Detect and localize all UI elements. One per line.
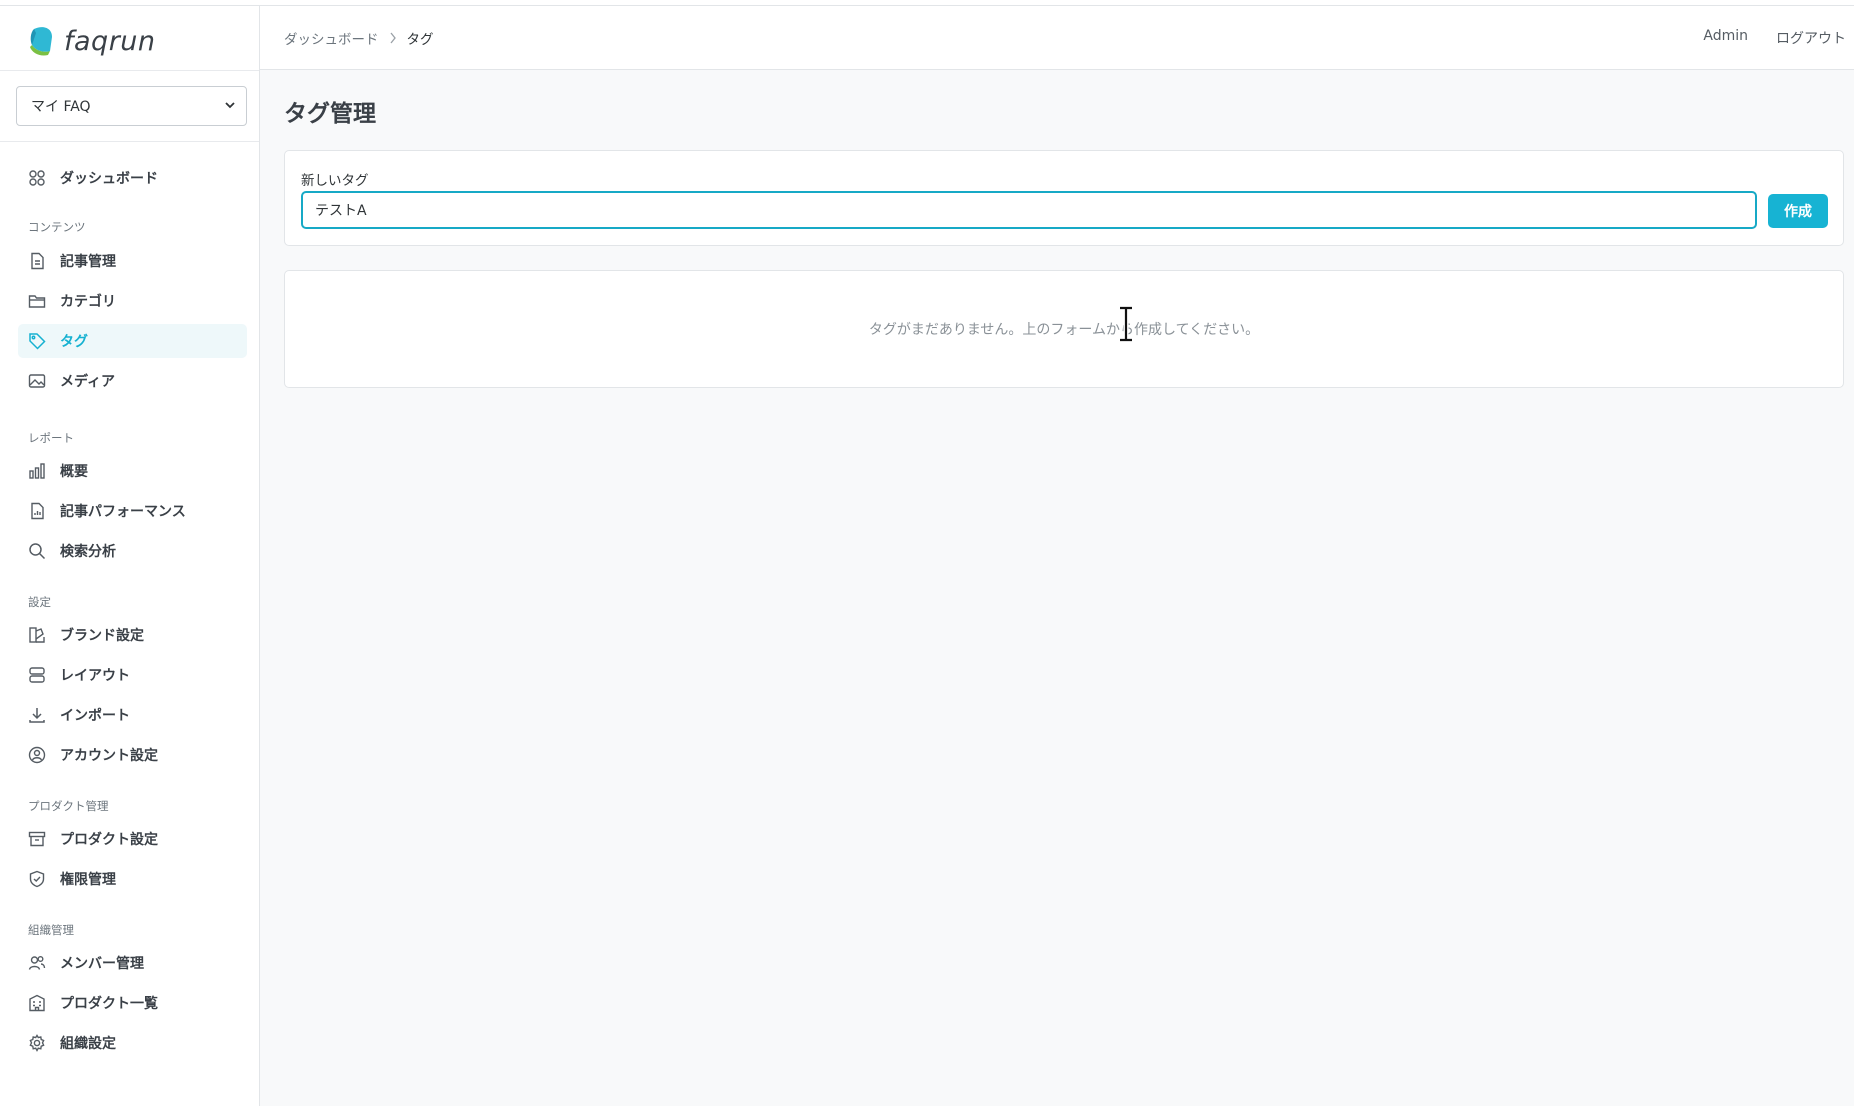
sidebar-item-tags[interactable]: タグ bbox=[18, 324, 247, 358]
new-tag-input[interactable] bbox=[301, 191, 1757, 229]
sidebar-item-dashboard[interactable]: ダッシュボード bbox=[18, 161, 247, 195]
sidebar-item-label: 記事管理 bbox=[60, 254, 116, 270]
section-label-product-mgmt: プロダクト管理 bbox=[28, 799, 109, 813]
text-cursor-icon bbox=[1120, 306, 1132, 342]
logo-text: faqrun bbox=[64, 25, 156, 57]
sidebar-item-layout[interactable]: レイアウト bbox=[18, 658, 247, 692]
sidebar-item-articles[interactable]: 記事管理 bbox=[18, 244, 247, 278]
sidebar-item-label: インポート bbox=[60, 708, 130, 724]
sidebar-item-label: 検索分析 bbox=[60, 544, 116, 560]
sidebar: faqrun マイ FAQ ダッシュボード コンテンツ 記事管理 カテゴリ タグ… bbox=[0, 6, 260, 1106]
shield-check-icon bbox=[29, 870, 45, 888]
chevron-right-icon bbox=[389, 32, 396, 44]
sidebar-item-members[interactable]: メンバー管理 bbox=[18, 946, 247, 980]
sidebar-item-product-settings[interactable]: プロダクト設定 bbox=[18, 822, 247, 856]
faqrun-logo-icon bbox=[28, 25, 56, 57]
sidebar-item-label: アカウント設定 bbox=[60, 748, 158, 764]
create-tag-button[interactable]: 作成 bbox=[1768, 194, 1828, 228]
section-label-org-mgmt: 組織管理 bbox=[28, 923, 74, 937]
empty-state-message: タグがまだありません。上のフォームから作成してください。 bbox=[868, 322, 1260, 338]
faq-selector[interactable]: マイ FAQ bbox=[16, 86, 247, 126]
chevron-down-icon bbox=[225, 102, 235, 109]
gear-icon bbox=[29, 1034, 45, 1052]
breadcrumb-dashboard-link[interactable]: ダッシュボード bbox=[284, 28, 379, 48]
user-menu[interactable]: Admin bbox=[1703, 28, 1748, 48]
users-icon bbox=[28, 956, 46, 970]
sidebar-item-label: メディア bbox=[60, 374, 116, 390]
document-chart-icon bbox=[31, 502, 44, 520]
sidebar-item-label: プロダクト設定 bbox=[60, 832, 158, 848]
sidebar-item-label: 概要 bbox=[60, 464, 88, 480]
sidebar-item-label: 権限管理 bbox=[60, 872, 116, 888]
tag-icon bbox=[29, 333, 46, 350]
palette-icon bbox=[29, 627, 45, 643]
sidebar-item-search-analysis[interactable]: 検索分析 bbox=[18, 534, 247, 568]
sidebar-item-media[interactable]: メディア bbox=[18, 364, 247, 398]
sidebar-item-label: プロダクト一覧 bbox=[60, 996, 158, 1012]
image-icon bbox=[28, 374, 46, 388]
bar-chart-icon bbox=[29, 463, 45, 479]
search-icon bbox=[29, 543, 46, 560]
sidebar-item-label: タグ bbox=[60, 334, 88, 350]
archive-box-icon bbox=[28, 831, 46, 847]
tag-list-empty-state: タグがまだありません。上のフォームから作成してください。 bbox=[284, 270, 1844, 388]
sidebar-item-product-list[interactable]: プロダクト一覧 bbox=[18, 986, 247, 1020]
section-label-content: コンテンツ bbox=[28, 220, 86, 234]
faq-selector-value: マイ FAQ bbox=[31, 99, 91, 115]
sidebar-item-permissions[interactable]: 権限管理 bbox=[18, 862, 247, 896]
new-tag-form: 新しいタグ 作成 bbox=[284, 150, 1844, 246]
sidebar-item-label: 組織設定 bbox=[60, 1036, 116, 1052]
folder-icon bbox=[28, 295, 46, 308]
sidebar-item-overview[interactable]: 概要 bbox=[18, 454, 247, 488]
sidebar-item-account-settings[interactable]: アカウント設定 bbox=[18, 738, 247, 772]
document-icon bbox=[31, 252, 44, 270]
building-icon bbox=[29, 994, 45, 1012]
grid-icon bbox=[29, 170, 45, 186]
sidebar-divider bbox=[0, 70, 259, 71]
sidebar-item-brand-settings[interactable]: ブランド設定 bbox=[18, 618, 247, 652]
section-label-report: レポート bbox=[28, 431, 74, 445]
breadcrumb: ダッシュボード タグ bbox=[284, 28, 434, 48]
sidebar-item-article-performance[interactable]: 記事パフォーマンス bbox=[18, 494, 247, 528]
page-title: タグ管理 bbox=[284, 101, 376, 127]
sidebar-item-label: レイアウト bbox=[60, 668, 130, 684]
layout-icon bbox=[29, 667, 45, 683]
header-user-actions: Admin ログアウト bbox=[1703, 28, 1846, 48]
download-icon bbox=[29, 708, 45, 723]
sidebar-item-org-settings[interactable]: 組織設定 bbox=[18, 1026, 247, 1060]
sidebar-item-label: カテゴリ bbox=[60, 294, 116, 310]
sidebar-item-import[interactable]: インポート bbox=[18, 698, 247, 732]
breadcrumb-current: タグ bbox=[406, 32, 434, 48]
new-tag-label: 新しいタグ bbox=[301, 173, 369, 189]
sidebar-item-label: 記事パフォーマンス bbox=[60, 504, 186, 520]
user-circle-icon bbox=[28, 746, 46, 764]
logo[interactable]: faqrun bbox=[28, 22, 156, 60]
sidebar-item-label: メンバー管理 bbox=[60, 956, 144, 972]
sidebar-item-label: ダッシュボード bbox=[60, 171, 158, 187]
sidebar-divider bbox=[0, 141, 259, 142]
top-header: ダッシュボード タグ Admin ログアウト bbox=[260, 6, 1854, 70]
logout-link[interactable]: ログアウト bbox=[1776, 28, 1846, 48]
sidebar-item-categories[interactable]: カテゴリ bbox=[18, 284, 247, 318]
sidebar-item-label: ブランド設定 bbox=[60, 628, 144, 644]
section-label-settings: 設定 bbox=[28, 595, 51, 609]
